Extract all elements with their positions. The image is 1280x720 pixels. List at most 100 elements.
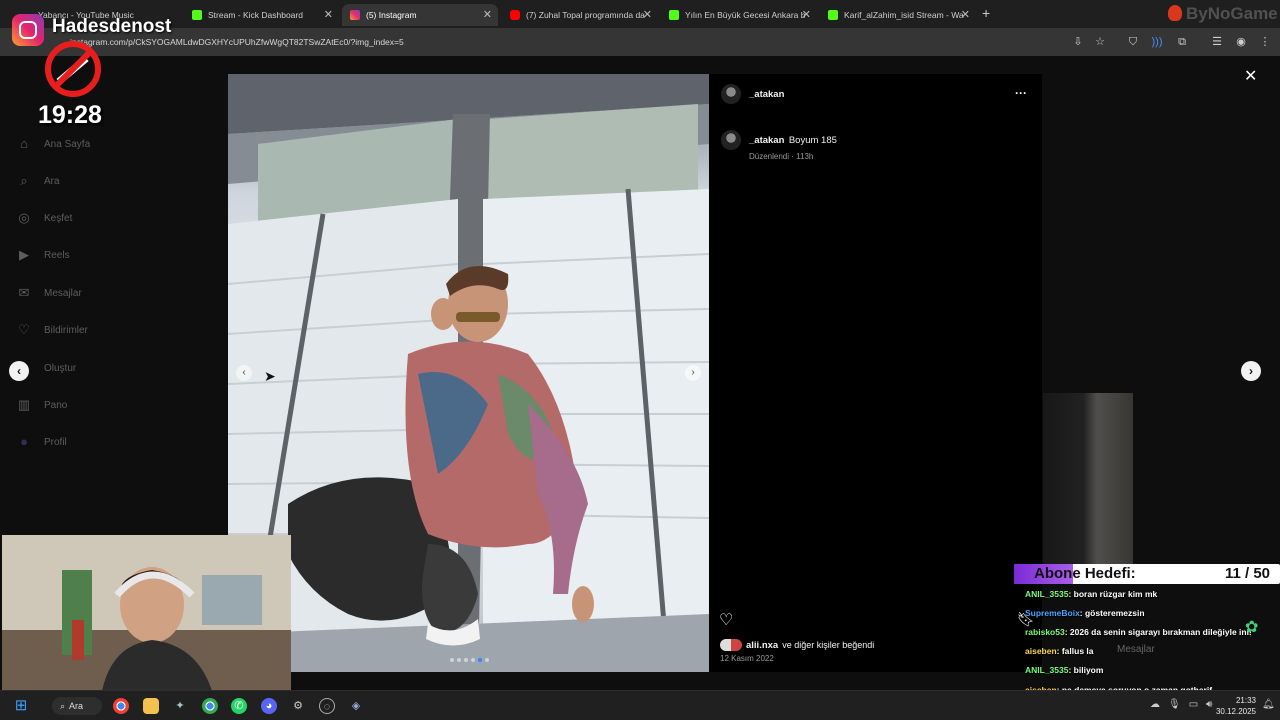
bynogame-logo-icon — [1168, 5, 1182, 21]
like-heart-icon[interactable]: ♡ — [719, 610, 733, 630]
tab-kick-dashboard[interactable]: Stream - Kick Dashboard ✕ — [184, 4, 339, 26]
post-photo[interactable]: ‹ › — [228, 74, 709, 672]
avatar[interactable] — [721, 84, 741, 104]
chat-user: ANIL_3535 — [1025, 665, 1069, 675]
post-username[interactable]: _atakan — [749, 89, 784, 100]
tab-youtube-video[interactable]: (7) Zuhal Topal programında da ✕ — [502, 4, 658, 26]
profile-icon: ● — [20, 434, 28, 449]
extension-sound-icon[interactable]: ))) — [1151, 36, 1163, 48]
profile-avatar-icon[interactable]: ◉ — [1235, 36, 1247, 48]
browser-tabbar: Yabancı - YouTube Music Stream - Kick Da… — [0, 0, 1280, 28]
dashboard-icon: ▥ — [17, 397, 31, 412]
likes-text: ve diğer kişiler beğendi — [782, 640, 875, 650]
mouse-cursor-icon: ➤ — [264, 368, 276, 384]
instagram-logo-ring — [19, 21, 37, 39]
post-photo-illustration — [228, 74, 709, 672]
bookmark-star-icon[interactable]: ☆ — [1094, 36, 1106, 48]
webcam-overlay — [2, 535, 291, 691]
chat-message: ANIL_3535: biliyom — [1025, 665, 1275, 675]
caption-username[interactable]: _atakan — [749, 135, 784, 146]
close-modal-icon[interactable]: ✕ — [1244, 66, 1257, 86]
tab-instagram[interactable]: (5) Instagram ✕ — [342, 4, 498, 26]
taskbar-search[interactable]: ⌕ Ara — [52, 697, 102, 715]
close-icon[interactable]: ✕ — [643, 8, 652, 21]
sidebar-item-reels[interactable]: ▶ Reels — [16, 247, 70, 263]
chat-message: SupremeBoix: gösteremezsin — [1025, 608, 1275, 618]
new-tab-button[interactable]: + — [982, 5, 990, 21]
sidebar-item-label: Bildirimler — [44, 324, 88, 336]
prev-post-button[interactable]: ‹ — [9, 361, 29, 381]
caption-row: _atakan Boyum 185 Düzenlendi · 113h — [721, 130, 837, 161]
folder-icon[interactable] — [143, 698, 159, 714]
sidebar-item-messages[interactable]: ✉ Mesajlar — [16, 285, 82, 301]
sidebar-item-label: Mesajlar — [44, 287, 82, 299]
sidebar-item-label: Oluştur — [44, 362, 77, 374]
close-icon[interactable]: ✕ — [483, 8, 492, 21]
tab-kick-ankara[interactable]: Yılın En Büyük Gecesi Ankara b ✕ — [661, 4, 817, 26]
sidebar-item-explore[interactable]: ◎ Keşfet — [16, 210, 72, 226]
sidebar-item-dashboard[interactable]: ▥ Pano — [16, 397, 68, 413]
youtube-icon — [510, 10, 520, 20]
liker-username[interactable]: alii.nxa — [746, 640, 778, 651]
settings-gear-icon[interactable]: ⚙ — [290, 698, 306, 714]
close-icon[interactable]: ✕ — [324, 8, 333, 21]
instagram-icon — [350, 10, 360, 20]
kick-icon — [669, 10, 679, 20]
app-icon[interactable]: ✦ — [172, 698, 188, 714]
messages-icon: ✉ — [18, 285, 30, 300]
caption-text: Boyum 185 — [788, 135, 837, 146]
chat-user: rabisko53 — [1025, 627, 1065, 637]
more-options-icon[interactable]: ··· — [1015, 86, 1027, 100]
sidebar-item-notifications[interactable]: ♡ Bildirimler — [16, 322, 88, 338]
liker-avatars — [720, 639, 742, 651]
search-icon: ⌕ — [60, 700, 66, 711]
post-sidepanel: _atakan ··· _atakan Boyum 185 Düzenlendi… — [709, 74, 1042, 672]
stream-timer: 19:28 — [38, 101, 102, 129]
home-icon: ⌂ — [20, 136, 28, 151]
photo-prev-arrow[interactable]: ‹ — [236, 365, 252, 381]
shield-icon[interactable]: ⛉ — [1127, 36, 1139, 48]
close-icon[interactable]: ✕ — [961, 8, 970, 21]
instagram-sidebar: ⌂ Ana Sayfa ⌕ Ara ◎ Keşfet ▶ Reels ✉ Mes… — [0, 56, 220, 556]
menu-kebab-icon[interactable]: ⋮ — [1259, 36, 1271, 48]
sidebar-item-home[interactable]: ⌂ Ana Sayfa — [16, 136, 90, 152]
likes-row: alii.nxa ve diğer kişiler beğendi — [720, 639, 874, 651]
windows-taskbar: ⊞ ⌕ Ara ✦ ✆ ◕ ⚙ ◌ ◈ ☁🎙︎▭🔊︎ 21:33 30.12.2… — [0, 690, 1280, 720]
url-field[interactable]: instagram.com/p/CkSYOGAMLdwDGXHYcUPUhZfw… — [70, 37, 404, 47]
avatar[interactable] — [721, 130, 741, 150]
whatsapp-icon[interactable]: ✆ — [231, 698, 247, 714]
sidebar-item-search[interactable]: ⌕ Ara — [16, 173, 60, 189]
next-post-button[interactable]: › — [1241, 361, 1261, 381]
sub-goal-count: 11 / 50 — [1224, 565, 1270, 582]
windows-start-icon[interactable]: ⊞ — [13, 698, 29, 714]
chat-user: aiseben — [1025, 646, 1057, 656]
extensions-icon[interactable]: ⧉ — [1176, 36, 1188, 48]
discord-icon[interactable]: ◕ — [261, 698, 277, 714]
photo-next-arrow[interactable]: › — [685, 365, 701, 381]
reading-list-icon[interactable]: ☰ — [1211, 36, 1223, 48]
kick-icon — [192, 10, 202, 20]
steam-icon[interactable]: ◌ — [319, 698, 335, 714]
caption-meta: Düzenlendi · 113h — [749, 152, 814, 161]
sub-goal-bar: Abone Hedefi: 11 / 50 — [1014, 564, 1280, 584]
carousel-dots — [450, 658, 489, 662]
search-icon: ⌕ — [20, 173, 28, 188]
tab-title: (5) Instagram — [366, 10, 417, 20]
tray-icons: ☁🎙︎▭🔊︎ — [1150, 699, 1221, 710]
kick-icon — [828, 10, 838, 20]
no-smoking-icon — [45, 41, 101, 97]
chrome-icon[interactable] — [113, 698, 129, 714]
close-icon[interactable]: ✕ — [802, 8, 811, 21]
tab-kick-stream[interactable]: Karif_alZahim_isid Stream - Wa ✕ — [820, 4, 976, 26]
sidebar-item-label: Ara — [44, 175, 60, 187]
notification-bell-icon[interactable]: 🔔︎ — [1262, 699, 1275, 710]
chat-bot-icon: ✿ — [1245, 619, 1259, 636]
post-date: 12 Kasım 2022 — [720, 654, 774, 663]
app-launcher-icon[interactable]: ◈ — [348, 698, 364, 714]
chrome-profile-icon[interactable] — [202, 698, 218, 714]
sidebar-item-profile[interactable]: ● Profil — [16, 434, 67, 450]
install-app-icon[interactable]: ⇩ — [1072, 36, 1084, 48]
sub-goal-label: Abone Hedefi: — [1034, 565, 1136, 582]
tab-title: Yılın En Büyük Gecesi Ankara b — [685, 10, 805, 20]
system-clock[interactable]: 21:33 30.12.2025 — [1216, 695, 1256, 717]
